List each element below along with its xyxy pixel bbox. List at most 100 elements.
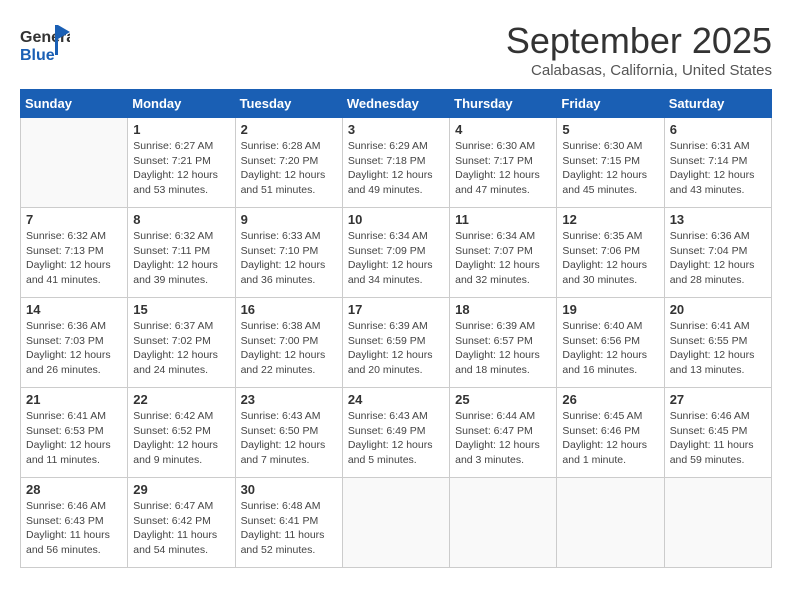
- day-number: 23: [241, 392, 337, 407]
- day-info: Sunrise: 6:48 AMSunset: 6:41 PMDaylight:…: [241, 499, 337, 558]
- logo: General Blue: [20, 20, 74, 70]
- calendar-cell: [21, 118, 128, 208]
- day-number: 24: [348, 392, 444, 407]
- day-info: Sunrise: 6:41 AMSunset: 6:55 PMDaylight:…: [670, 319, 766, 378]
- day-number: 5: [562, 122, 658, 137]
- weekday-header-friday: Friday: [557, 90, 664, 118]
- day-info: Sunrise: 6:28 AMSunset: 7:20 PMDaylight:…: [241, 139, 337, 198]
- day-number: 22: [133, 392, 229, 407]
- day-info: Sunrise: 6:39 AMSunset: 6:57 PMDaylight:…: [455, 319, 551, 378]
- calendar-cell: 12 Sunrise: 6:35 AMSunset: 7:06 PMDayligh…: [557, 208, 664, 298]
- day-number: 21: [26, 392, 122, 407]
- day-number: 13: [670, 212, 766, 227]
- title-area: September 2025 Calabasas, California, Un…: [506, 20, 772, 79]
- day-info: Sunrise: 6:33 AMSunset: 7:10 PMDaylight:…: [241, 229, 337, 288]
- day-number: 19: [562, 302, 658, 317]
- day-number: 14: [26, 302, 122, 317]
- day-number: 30: [241, 482, 337, 497]
- day-number: 2: [241, 122, 337, 137]
- logo-icon: General Blue: [20, 20, 70, 70]
- day-info: Sunrise: 6:34 AMSunset: 7:09 PMDaylight:…: [348, 229, 444, 288]
- calendar-cell: 11 Sunrise: 6:34 AMSunset: 7:07 PMDayligh…: [450, 208, 557, 298]
- month-title: September 2025: [506, 20, 772, 62]
- calendar-cell: 5 Sunrise: 6:30 AMSunset: 7:15 PMDaylight…: [557, 118, 664, 208]
- calendar-cell: 9 Sunrise: 6:33 AMSunset: 7:10 PMDaylight…: [235, 208, 342, 298]
- svg-text:Blue: Blue: [20, 47, 55, 64]
- day-info: Sunrise: 6:45 AMSunset: 6:46 PMDaylight:…: [562, 409, 658, 468]
- weekday-header-thursday: Thursday: [450, 90, 557, 118]
- day-number: 3: [348, 122, 444, 137]
- weekday-header-saturday: Saturday: [664, 90, 771, 118]
- calendar-cell: 29Sunrise: 6:47 AMSunset: 6:42 PMDayligh…: [128, 478, 235, 568]
- calendar-cell: 17 Sunrise: 6:39 AMSunset: 6:59 PMDayligh…: [342, 298, 449, 388]
- day-number: 1: [133, 122, 229, 137]
- day-info: Sunrise: 6:30 AMSunset: 7:15 PMDaylight:…: [562, 139, 658, 198]
- calendar-cell: 2 Sunrise: 6:28 AMSunset: 7:20 PMDaylight…: [235, 118, 342, 208]
- day-info: Sunrise: 6:31 AMSunset: 7:14 PMDaylight:…: [670, 139, 766, 198]
- weekday-header-sunday: Sunday: [21, 90, 128, 118]
- day-info: Sunrise: 6:29 AMSunset: 7:18 PMDaylight:…: [348, 139, 444, 198]
- calendar-cell: 25 Sunrise: 6:44 AMSunset: 6:47 PMDayligh…: [450, 388, 557, 478]
- day-info: Sunrise: 6:34 AMSunset: 7:07 PMDaylight:…: [455, 229, 551, 288]
- calendar-cell: 16 Sunrise: 6:38 AMSunset: 7:00 PMDayligh…: [235, 298, 342, 388]
- day-info: Sunrise: 6:41 AMSunset: 6:53 PMDaylight:…: [26, 409, 122, 468]
- calendar-cell: 27 Sunrise: 6:46 AMSunset: 6:45 PMDayligh…: [664, 388, 771, 478]
- calendar-cell: 1 Sunrise: 6:27 AMSunset: 7:21 PMDaylight…: [128, 118, 235, 208]
- calendar-cell: 15 Sunrise: 6:37 AMSunset: 7:02 PMDayligh…: [128, 298, 235, 388]
- day-number: 16: [241, 302, 337, 317]
- calendar-cell: 6 Sunrise: 6:31 AMSunset: 7:14 PMDaylight…: [664, 118, 771, 208]
- day-number: 17: [348, 302, 444, 317]
- day-number: 10: [348, 212, 444, 227]
- day-info: Sunrise: 6:36 AMSunset: 7:03 PMDaylight:…: [26, 319, 122, 378]
- day-number: 8: [133, 212, 229, 227]
- calendar-cell: 30 Sunrise: 6:48 AMSunset: 6:41 PMDayligh…: [235, 478, 342, 568]
- location: Calabasas, California, United States: [506, 62, 772, 79]
- day-info: Sunrise: 6:35 AMSunset: 7:06 PMDaylight:…: [562, 229, 658, 288]
- calendar-cell: 22 Sunrise: 6:42 AMSunset: 6:52 PMDayligh…: [128, 388, 235, 478]
- day-info: Sunrise: 6:32 AMSunset: 7:11 PMDaylight:…: [133, 229, 229, 288]
- weekday-header-wednesday: Wednesday: [342, 90, 449, 118]
- day-number: 7: [26, 212, 122, 227]
- day-info: Sunrise: 6:44 AMSunset: 6:47 PMDaylight:…: [455, 409, 551, 468]
- calendar-cell: 28 Sunrise: 6:46 AMSunset: 6:43 PMDayligh…: [21, 478, 128, 568]
- day-number: 20: [670, 302, 766, 317]
- calendar-cell: 19Sunrise: 6:40 AMSunset: 6:56 PMDayligh…: [557, 298, 664, 388]
- day-info: Sunrise: 6:42 AMSunset: 6:52 PMDaylight:…: [133, 409, 229, 468]
- day-info: Sunrise: 6:46 AMSunset: 6:43 PMDaylight:…: [26, 499, 122, 558]
- day-info: Sunrise: 6:43 AMSunset: 6:50 PMDaylight:…: [241, 409, 337, 468]
- day-number: 12: [562, 212, 658, 227]
- day-info: Sunrise: 6:38 AMSunset: 7:00 PMDaylight:…: [241, 319, 337, 378]
- calendar-cell: 3 Sunrise: 6:29 AMSunset: 7:18 PMDaylight…: [342, 118, 449, 208]
- day-number: 9: [241, 212, 337, 227]
- calendar-cell: 7 Sunrise: 6:32 AMSunset: 7:13 PMDaylight…: [21, 208, 128, 298]
- calendar-cell: 20 Sunrise: 6:41 AMSunset: 6:55 PMDayligh…: [664, 298, 771, 388]
- day-info: Sunrise: 6:47 AMSunset: 6:42 PMDaylight:…: [133, 499, 229, 558]
- day-number: 4: [455, 122, 551, 137]
- day-number: 15: [133, 302, 229, 317]
- calendar-cell: 13 Sunrise: 6:36 AMSunset: 7:04 PMDayligh…: [664, 208, 771, 298]
- day-number: 25: [455, 392, 551, 407]
- day-info: Sunrise: 6:36 AMSunset: 7:04 PMDaylight:…: [670, 229, 766, 288]
- day-number: 6: [670, 122, 766, 137]
- header: General Blue September 2025 Calabasas, C…: [20, 20, 772, 79]
- calendar-cell: [342, 478, 449, 568]
- day-number: 27: [670, 392, 766, 407]
- calendar-cell: 10 Sunrise: 6:34 AMSunset: 7:09 PMDayligh…: [342, 208, 449, 298]
- calendar-cell: 14 Sunrise: 6:36 AMSunset: 7:03 PMDayligh…: [21, 298, 128, 388]
- calendar-table: SundayMondayTuesdayWednesdayThursdayFrid…: [20, 89, 772, 568]
- day-number: 26: [562, 392, 658, 407]
- weekday-header-tuesday: Tuesday: [235, 90, 342, 118]
- day-number: 11: [455, 212, 551, 227]
- weekday-header-monday: Monday: [128, 90, 235, 118]
- calendar-cell: 21 Sunrise: 6:41 AMSunset: 6:53 PMDayligh…: [21, 388, 128, 478]
- day-number: 28: [26, 482, 122, 497]
- day-info: Sunrise: 6:39 AMSunset: 6:59 PMDaylight:…: [348, 319, 444, 378]
- day-info: Sunrise: 6:46 AMSunset: 6:45 PMDaylight:…: [670, 409, 766, 468]
- calendar-cell: [664, 478, 771, 568]
- day-info: Sunrise: 6:43 AMSunset: 6:49 PMDaylight:…: [348, 409, 444, 468]
- day-info: Sunrise: 6:27 AMSunset: 7:21 PMDaylight:…: [133, 139, 229, 198]
- day-info: Sunrise: 6:37 AMSunset: 7:02 PMDaylight:…: [133, 319, 229, 378]
- calendar-cell: 23 Sunrise: 6:43 AMSunset: 6:50 PMDayligh…: [235, 388, 342, 478]
- day-number: 18: [455, 302, 551, 317]
- day-info: Sunrise: 6:32 AMSunset: 7:13 PMDaylight:…: [26, 229, 122, 288]
